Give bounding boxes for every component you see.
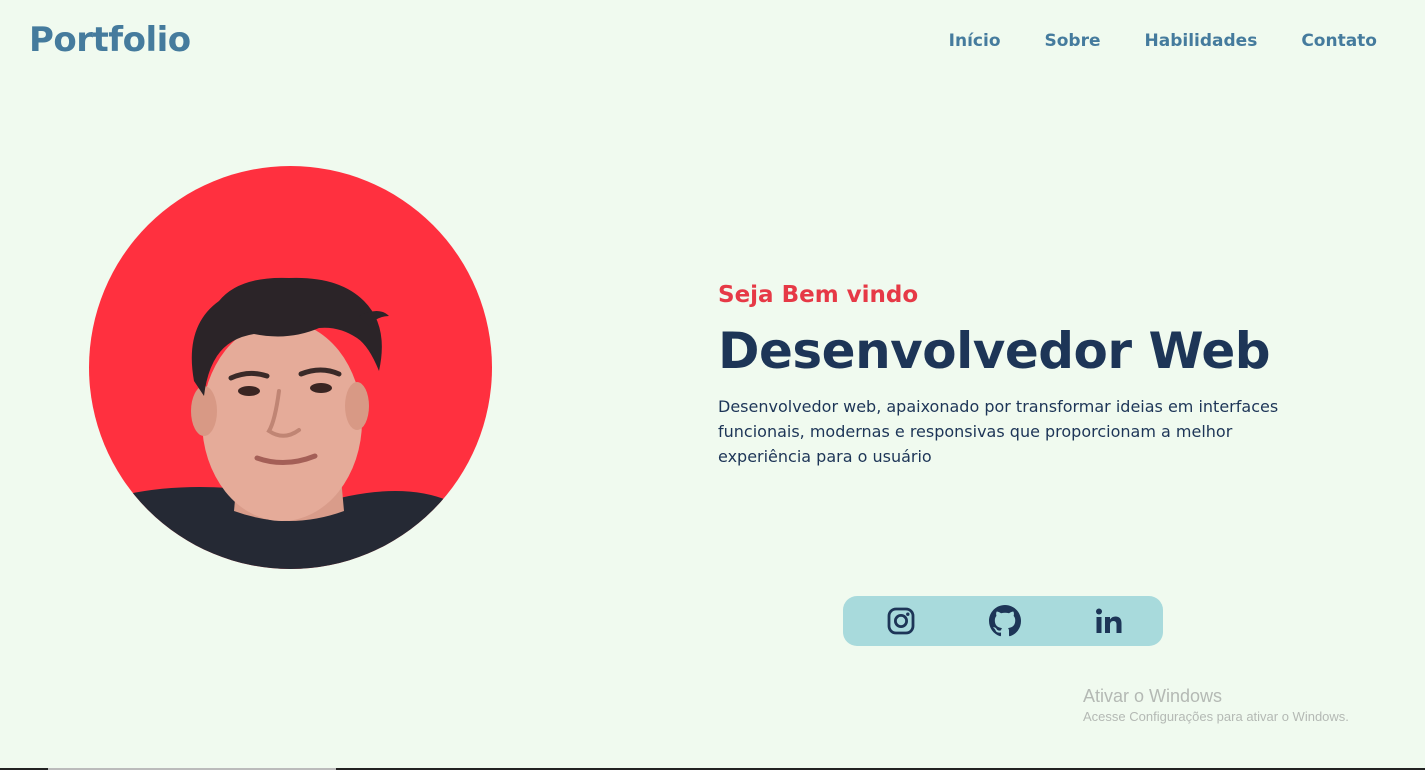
watermark-title: Ativar o Windows xyxy=(1083,686,1223,706)
linkedin-link[interactable] xyxy=(1093,605,1125,637)
main-nav: Início Sobre Habilidades Contato xyxy=(949,31,1377,51)
instagram-link[interactable] xyxy=(885,605,917,637)
page: Portfolio Início Sobre Habilidades Conta… xyxy=(0,0,1425,770)
nav-link-contato[interactable]: Contato xyxy=(1301,31,1377,51)
profile-photo xyxy=(89,166,492,569)
nav-link-inicio[interactable]: Início xyxy=(949,31,1001,51)
linkedin-icon xyxy=(1096,608,1122,633)
nav-link-habilidades[interactable]: Habilidades xyxy=(1145,31,1258,51)
hero-section: Seja Bem vindo Desenvolvedor Web Desenvo… xyxy=(718,280,1318,469)
page-title: Desenvolvedor Web xyxy=(718,322,1271,380)
logo[interactable]: Portfolio xyxy=(29,20,191,60)
greeting: Seja Bem vindo xyxy=(718,282,919,308)
watermark-subtitle: Acesse Configurações para ativar o Windo… xyxy=(1083,709,1349,724)
windows-activation-watermark: Ativar o Windows Acesse Configurações pa… xyxy=(1083,685,1349,726)
nav-link-sobre[interactable]: Sobre xyxy=(1045,31,1101,51)
instagram-icon xyxy=(887,607,915,635)
profile-photo-illustration xyxy=(89,277,492,569)
social-links-bar xyxy=(843,596,1163,646)
hero-description: Desenvolvedor web, apaixonado por transf… xyxy=(718,397,1279,466)
github-link[interactable] xyxy=(989,605,1021,637)
github-icon xyxy=(989,605,1021,637)
